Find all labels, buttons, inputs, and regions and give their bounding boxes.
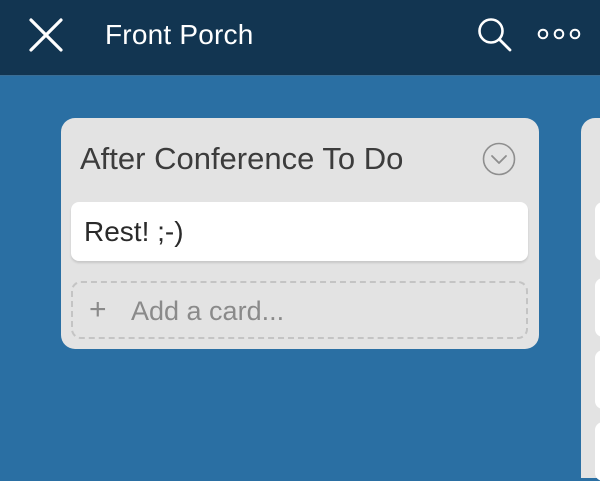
- search-icon: [478, 18, 512, 52]
- card-item[interactable]: Rest! ;-): [71, 202, 528, 261]
- add-card-label: Add a card...: [131, 296, 285, 326]
- next-list-card[interactable]: [595, 350, 600, 409]
- next-list-card[interactable]: [595, 278, 600, 337]
- plus-icon: +: [89, 293, 107, 326]
- board-title: Front Porch: [105, 19, 254, 50]
- add-card-button[interactable]: + Add a card...: [71, 281, 528, 339]
- next-list-card[interactable]: [595, 202, 600, 261]
- list-after-conference: After Conference To Do Rest! ;-) + Add a…: [61, 118, 539, 349]
- card-title: Rest! ;-): [84, 216, 184, 247]
- top-bar: Front Porch: [0, 0, 600, 76]
- close-icon: [29, 18, 63, 52]
- close-button[interactable]: [28, 17, 64, 53]
- board-area: After Conference To Do Rest! ;-) + Add a…: [0, 77, 600, 481]
- chevron-down-icon: [482, 142, 516, 176]
- next-list-card[interactable]: [595, 422, 600, 481]
- list-menu-button[interactable]: [482, 142, 516, 176]
- search-button[interactable]: [476, 16, 514, 54]
- more-options-button[interactable]: [536, 24, 582, 44]
- list-title[interactable]: After Conference To Do: [80, 140, 403, 178]
- more-icon: [537, 28, 581, 40]
- next-list-peek[interactable]: [581, 118, 600, 481]
